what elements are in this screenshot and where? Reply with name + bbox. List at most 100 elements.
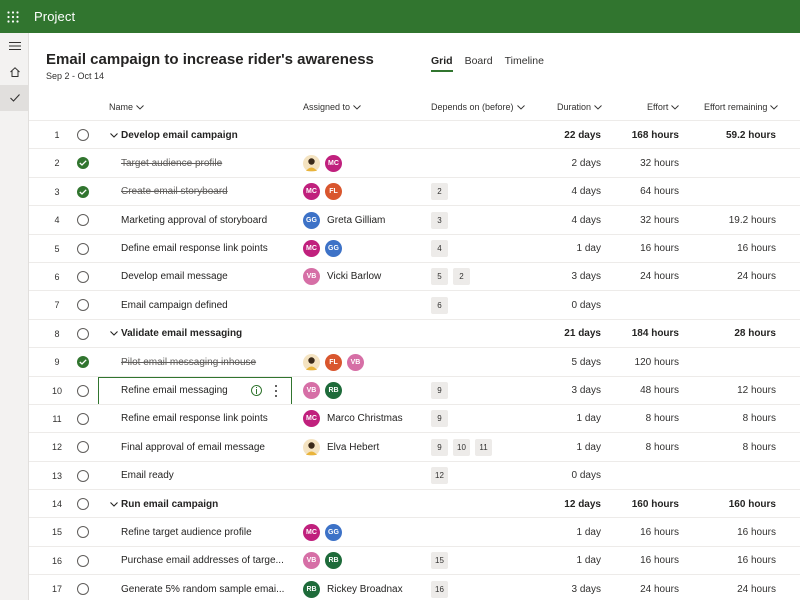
completion-toggle[interactable] [76,121,90,149]
incomplete-circle-icon[interactable] [77,554,89,567]
completion-toggle[interactable] [76,206,90,234]
incomplete-circle-icon[interactable] [77,526,89,539]
effort-remaining-cell[interactable]: 59.2 hours [699,121,776,149]
avatar[interactable]: GG [325,240,342,258]
dependency-chip[interactable]: 5 [431,268,448,286]
effort-remaining-cell[interactable]: 19.2 hours [699,206,776,234]
depends-on-cell[interactable] [431,149,541,177]
duration-cell[interactable]: 1 day [541,518,601,546]
depends-on-cell[interactable]: 52 [431,263,541,291]
task-name[interactable]: Create email storyboard [121,178,291,206]
assigned-to-cell[interactable] [303,462,423,490]
duration-cell[interactable]: 21 days [541,320,601,348]
avatar[interactable]: RB [325,382,342,400]
effort-remaining-cell[interactable]: 24 hours [699,263,776,291]
effort-remaining-cell[interactable]: 16 hours [699,547,776,575]
table-row[interactable]: 6 Develop email message VB Vicki Barlow 5 2 3 … [29,261,800,291]
tab-timeline[interactable]: Timeline [505,55,544,72]
assigned-to-cell[interactable]: MC GG [303,235,423,263]
incomplete-circle-icon[interactable] [77,327,89,340]
incomplete-circle-icon[interactable] [77,214,89,227]
assigned-to-cell[interactable] [303,121,423,149]
avatar[interactable]: VB [347,353,364,371]
summary-task-name[interactable]: Develop email campaign [110,121,280,149]
table-row[interactable]: 10 Refine email messaging VB RB 9 3 days 48 ho… [29,375,800,405]
depends-on-cell[interactable] [431,518,541,546]
assigned-to-cell[interactable]: VB RB [303,377,423,405]
task-name[interactable]: Marketing approval of storyboard [121,206,291,234]
completion-toggle[interactable] [76,291,90,319]
depends-on-cell[interactable]: 12 [431,462,541,490]
avatar[interactable]: GG [325,523,342,541]
task-name[interactable]: Generate 5% random sample emai... [121,575,291,600]
assigned-to-cell[interactable]: MC GG [303,518,423,546]
avatar[interactable] [303,154,320,172]
assigned-to-cell[interactable] [303,490,423,518]
effort-remaining-cell[interactable] [699,178,776,206]
column-header-assigned[interactable]: Assigned to [303,102,361,112]
dependency-chip[interactable]: 2 [431,183,448,201]
depends-on-cell[interactable]: 9 [431,405,541,433]
effort-cell[interactable]: 32 hours [624,149,679,177]
depends-on-cell[interactable]: 15 [431,547,541,575]
depends-on-cell[interactable] [431,490,541,518]
effort-cell[interactable]: 8 hours [624,433,679,461]
table-row[interactable]: 17 Generate 5% random sample emai... RB Ric… [29,574,800,600]
duration-cell[interactable]: 0 days [541,291,601,319]
dependency-chip[interactable]: 10 [453,438,470,456]
task-name[interactable]: Develop email message [121,263,291,291]
effort-cell[interactable] [624,462,679,490]
duration-cell[interactable]: 4 days [541,206,601,234]
task-name[interactable]: Define email response link points [121,235,291,263]
summary-task-name[interactable]: Validate email messaging [110,320,280,348]
assigned-to-cell[interactable]: VB RB [303,547,423,575]
incomplete-circle-icon[interactable] [77,129,89,141]
avatar[interactable]: MC [303,523,320,541]
avatar[interactable]: FL [325,183,342,201]
incomplete-circle-icon[interactable] [77,441,89,454]
completion-toggle[interactable] [76,377,90,405]
incomplete-circle-icon[interactable] [77,242,89,255]
avatar[interactable]: MC [303,240,320,258]
dependency-chip[interactable]: 11 [475,438,492,456]
depends-on-cell[interactable]: 9 10 11 [431,433,541,461]
completion-toggle[interactable] [76,178,90,206]
more-options-icon[interactable] [273,384,279,398]
dependency-chip[interactable]: 9 [431,438,448,456]
duration-cell[interactable]: 3 days [541,377,601,405]
task-name[interactable]: Email ready [121,462,291,490]
effort-cell[interactable]: 48 hours [624,377,679,405]
completed-check-icon[interactable] [77,185,89,198]
incomplete-circle-icon[interactable] [77,270,89,283]
avatar[interactable] [303,353,320,371]
task-name[interactable]: Refine email response link points [121,405,291,433]
completion-toggle[interactable] [76,320,90,348]
duration-cell[interactable]: 3 days [541,575,601,600]
effort-remaining-cell[interactable]: 160 hours [699,490,776,518]
column-header-duration[interactable]: Duration [557,102,602,112]
avatar[interactable]: VB [303,268,320,286]
effort-remaining-cell[interactable]: 8 hours [699,433,776,461]
dependency-chip[interactable]: 12 [431,467,448,485]
dependency-chip[interactable]: 4 [431,240,448,258]
effort-cell[interactable]: 16 hours [624,235,679,263]
effort-remaining-cell[interactable] [699,348,776,376]
incomplete-circle-icon[interactable] [77,384,89,397]
completion-toggle[interactable] [76,263,90,291]
task-name[interactable]: Pilot email messaging inhouse [121,348,291,376]
duration-cell[interactable]: 4 days [541,178,601,206]
completed-check-icon[interactable] [77,157,89,170]
task-name[interactable]: Refine target audience profile [121,518,291,546]
column-header-effort[interactable]: Effort [647,102,680,112]
duration-cell[interactable]: 3 days [541,263,601,291]
depends-on-cell[interactable]: 9 [431,377,541,405]
depends-on-cell[interactable]: 2 [431,178,541,206]
effort-cell[interactable]: 64 hours [624,178,679,206]
task-name[interactable]: Target audience profile [121,149,291,177]
duration-cell[interactable]: 0 days [541,462,601,490]
dependency-chip[interactable]: 9 [431,410,448,428]
avatar[interactable]: MC [325,154,342,172]
avatar[interactable]: MC [303,183,320,201]
duration-cell[interactable]: 5 days [541,348,601,376]
avatar[interactable]: MC [303,410,320,428]
